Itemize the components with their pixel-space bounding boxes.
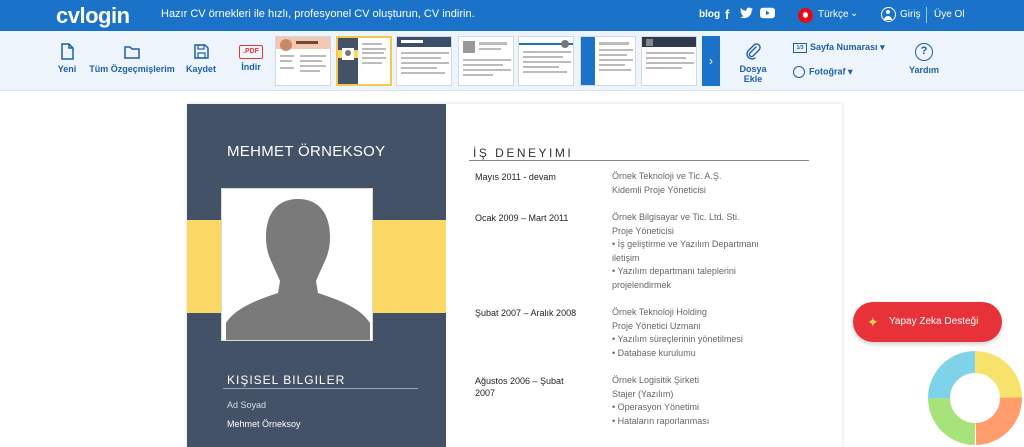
page-number-icon: 1/3: [793, 42, 807, 53]
experience-date[interactable]: Mayıs 2011 - devam: [475, 171, 595, 183]
attach-label-line2: Ekle: [743, 74, 763, 84]
user-icon[interactable]: [881, 7, 896, 22]
photo-label: Fotoğraf: [809, 66, 846, 77]
caret-down-icon: ▾: [880, 42, 885, 52]
experience-date[interactable]: Ağustos 2006 – Şubat 2007: [475, 375, 585, 399]
divider: [469, 160, 809, 161]
experience-line: Örnek Teknoloji ve Tic. A.Ş.: [612, 171, 722, 181]
experience-line: iletişim: [612, 252, 640, 263]
facebook-icon[interactable]: f: [725, 7, 729, 22]
template-thumbnail[interactable]: [275, 36, 331, 86]
experience-date[interactable]: Ocak 2009 – Mart 2011: [475, 212, 595, 224]
twitter-icon[interactable]: [740, 7, 753, 22]
photo-dropdown[interactable]: Fotoğraf ▾: [793, 66, 853, 78]
experience-line: Örnek Logisitik Şirketi: [612, 375, 700, 385]
attach-label-line1: Dosya: [739, 64, 767, 74]
user-circle-icon: [793, 66, 805, 78]
experience-details[interactable]: Örnek Bilgisayar ve Tic. Ltd. Sti. Proje…: [612, 211, 792, 292]
pdf-icon: .PDF: [239, 45, 263, 59]
divider: [223, 388, 418, 389]
download-button[interactable]: .PDF İndir: [236, 31, 266, 91]
carousel-next-chevron-icon[interactable]: ›: [702, 36, 720, 86]
sparkle-icon: ✦: [867, 314, 879, 330]
file-icon: [59, 43, 75, 60]
help-button[interactable]: ? Yardım: [906, 31, 942, 91]
template-thumbnail[interactable]: [518, 36, 574, 86]
help-icon: ?: [915, 43, 933, 61]
experience-line: Proje Yöneticisi: [612, 225, 674, 236]
fullname-label[interactable]: Ad Soyad: [227, 400, 266, 410]
experience-line: • Yazılım süreçlerinin yönetilmesi: [612, 334, 743, 344]
template-thumbnail[interactable]: [458, 36, 514, 86]
experience-line: • Yazılım departmanı taleplerini: [612, 266, 736, 276]
download-label: İndir: [241, 62, 261, 72]
cv-name[interactable]: MEHMET ÖRNEKSOY: [227, 143, 385, 160]
logo[interactable]: cvlogin: [56, 3, 130, 29]
template-thumbnail-selected[interactable]: [336, 36, 392, 86]
paperclip-icon: [745, 43, 761, 60]
experience-line: Kidemli Proje Yöneticisi: [612, 184, 706, 195]
fullname-value[interactable]: Mehmet Örneksoy: [227, 419, 301, 429]
experience-line: Örnek Teknoloji Holding: [612, 307, 707, 317]
experience-line: Örnek Bilgisayar ve Tic. Ltd. Sti.: [612, 212, 740, 222]
experience-details[interactable]: Örnek Logisitik Şirketi Stajer (Yazılım)…: [612, 374, 792, 428]
experience-line: • İş geliştirme ve Yazılım Departmanı: [612, 239, 759, 249]
save-button[interactable]: Kaydet: [184, 31, 218, 91]
all-cvs-button[interactable]: Tüm Özgeçmişlerim: [88, 31, 176, 91]
experience-line: Proje Yönetici Uzmanı: [612, 320, 701, 331]
language-selector[interactable]: Türkçe: [818, 9, 849, 20]
page-number-dropdown[interactable]: 1/3 Sayfa Numarası ▾: [793, 42, 885, 53]
template-thumbnail[interactable]: [396, 36, 452, 86]
new-label: Yeni: [57, 64, 77, 74]
folder-icon: [124, 43, 140, 60]
experience-line: • Hataların raporlanması: [612, 415, 710, 426]
chevron-down-icon[interactable]: ⌄: [850, 8, 858, 19]
login-link[interactable]: Giriş: [900, 9, 921, 20]
turkey-flag-icon[interactable]: [798, 8, 813, 23]
all-cvs-label: Tüm Özgeçmişlerim: [89, 64, 175, 74]
experience-date[interactable]: Şubat 2007 – Aralık 2008: [475, 307, 595, 319]
experience-line: • Operasyon Yönetimi: [612, 402, 700, 412]
new-button[interactable]: Yeni: [52, 31, 82, 91]
template-carousel: ›: [275, 36, 721, 87]
experience-details[interactable]: Örnek Teknoloji Holding Proje Yönetici U…: [612, 306, 792, 360]
chat-widget-icon[interactable]: [925, 348, 1024, 447]
template-thumbnail[interactable]: [641, 36, 697, 86]
attach-file-button[interactable]: Dosya Ekle: [735, 31, 771, 91]
ai-support-button[interactable]: ✦ Yapay Zeka Desteği: [853, 302, 1002, 342]
page-number-label: Sayfa Numarası: [810, 42, 878, 52]
caret-down-icon: ▾: [848, 66, 853, 77]
tagline: Hazır CV örnekleri ile hızlı, profesyone…: [161, 8, 475, 20]
experience-title[interactable]: İŞ DENEYIMI: [473, 146, 573, 160]
template-thumbnail[interactable]: [580, 36, 636, 86]
cv-sidebar: MEHMET ÖRNEKSOY KIŞISEL BILGILER Ad Soya…: [187, 104, 446, 447]
blog-link[interactable]: blog: [699, 9, 720, 20]
save-icon: [193, 43, 209, 60]
top-bar: cvlogin Hazır CV örnekleri ile hızlı, pr…: [0, 0, 1024, 31]
toolbar: Yeni Tüm Özgeçmişlerim Kaydet .PDF İndir: [0, 31, 1024, 91]
divider: [926, 7, 927, 23]
experience-line: projelendirmek: [612, 279, 672, 290]
profile-photo-placeholder[interactable]: [221, 188, 373, 341]
save-label: Kaydet: [185, 64, 216, 74]
cv-page[interactable]: MEHMET ÖRNEKSOY KIŞISEL BILGILER Ad Soya…: [187, 104, 842, 447]
experience-line: • Database kurulumu: [612, 347, 696, 358]
signup-link[interactable]: Üye Ol: [934, 9, 965, 20]
experience-line: Stajer (Yazılım): [612, 388, 674, 399]
help-label: Yardım: [908, 65, 939, 75]
personal-info-title[interactable]: KIŞISEL BILGILER: [227, 373, 345, 387]
experience-details[interactable]: Örnek Teknoloji ve Tic. A.Ş. Kidemli Pro…: [612, 170, 792, 197]
ai-support-label: Yapay Zeka Desteği: [889, 316, 979, 327]
youtube-icon[interactable]: [760, 7, 775, 22]
